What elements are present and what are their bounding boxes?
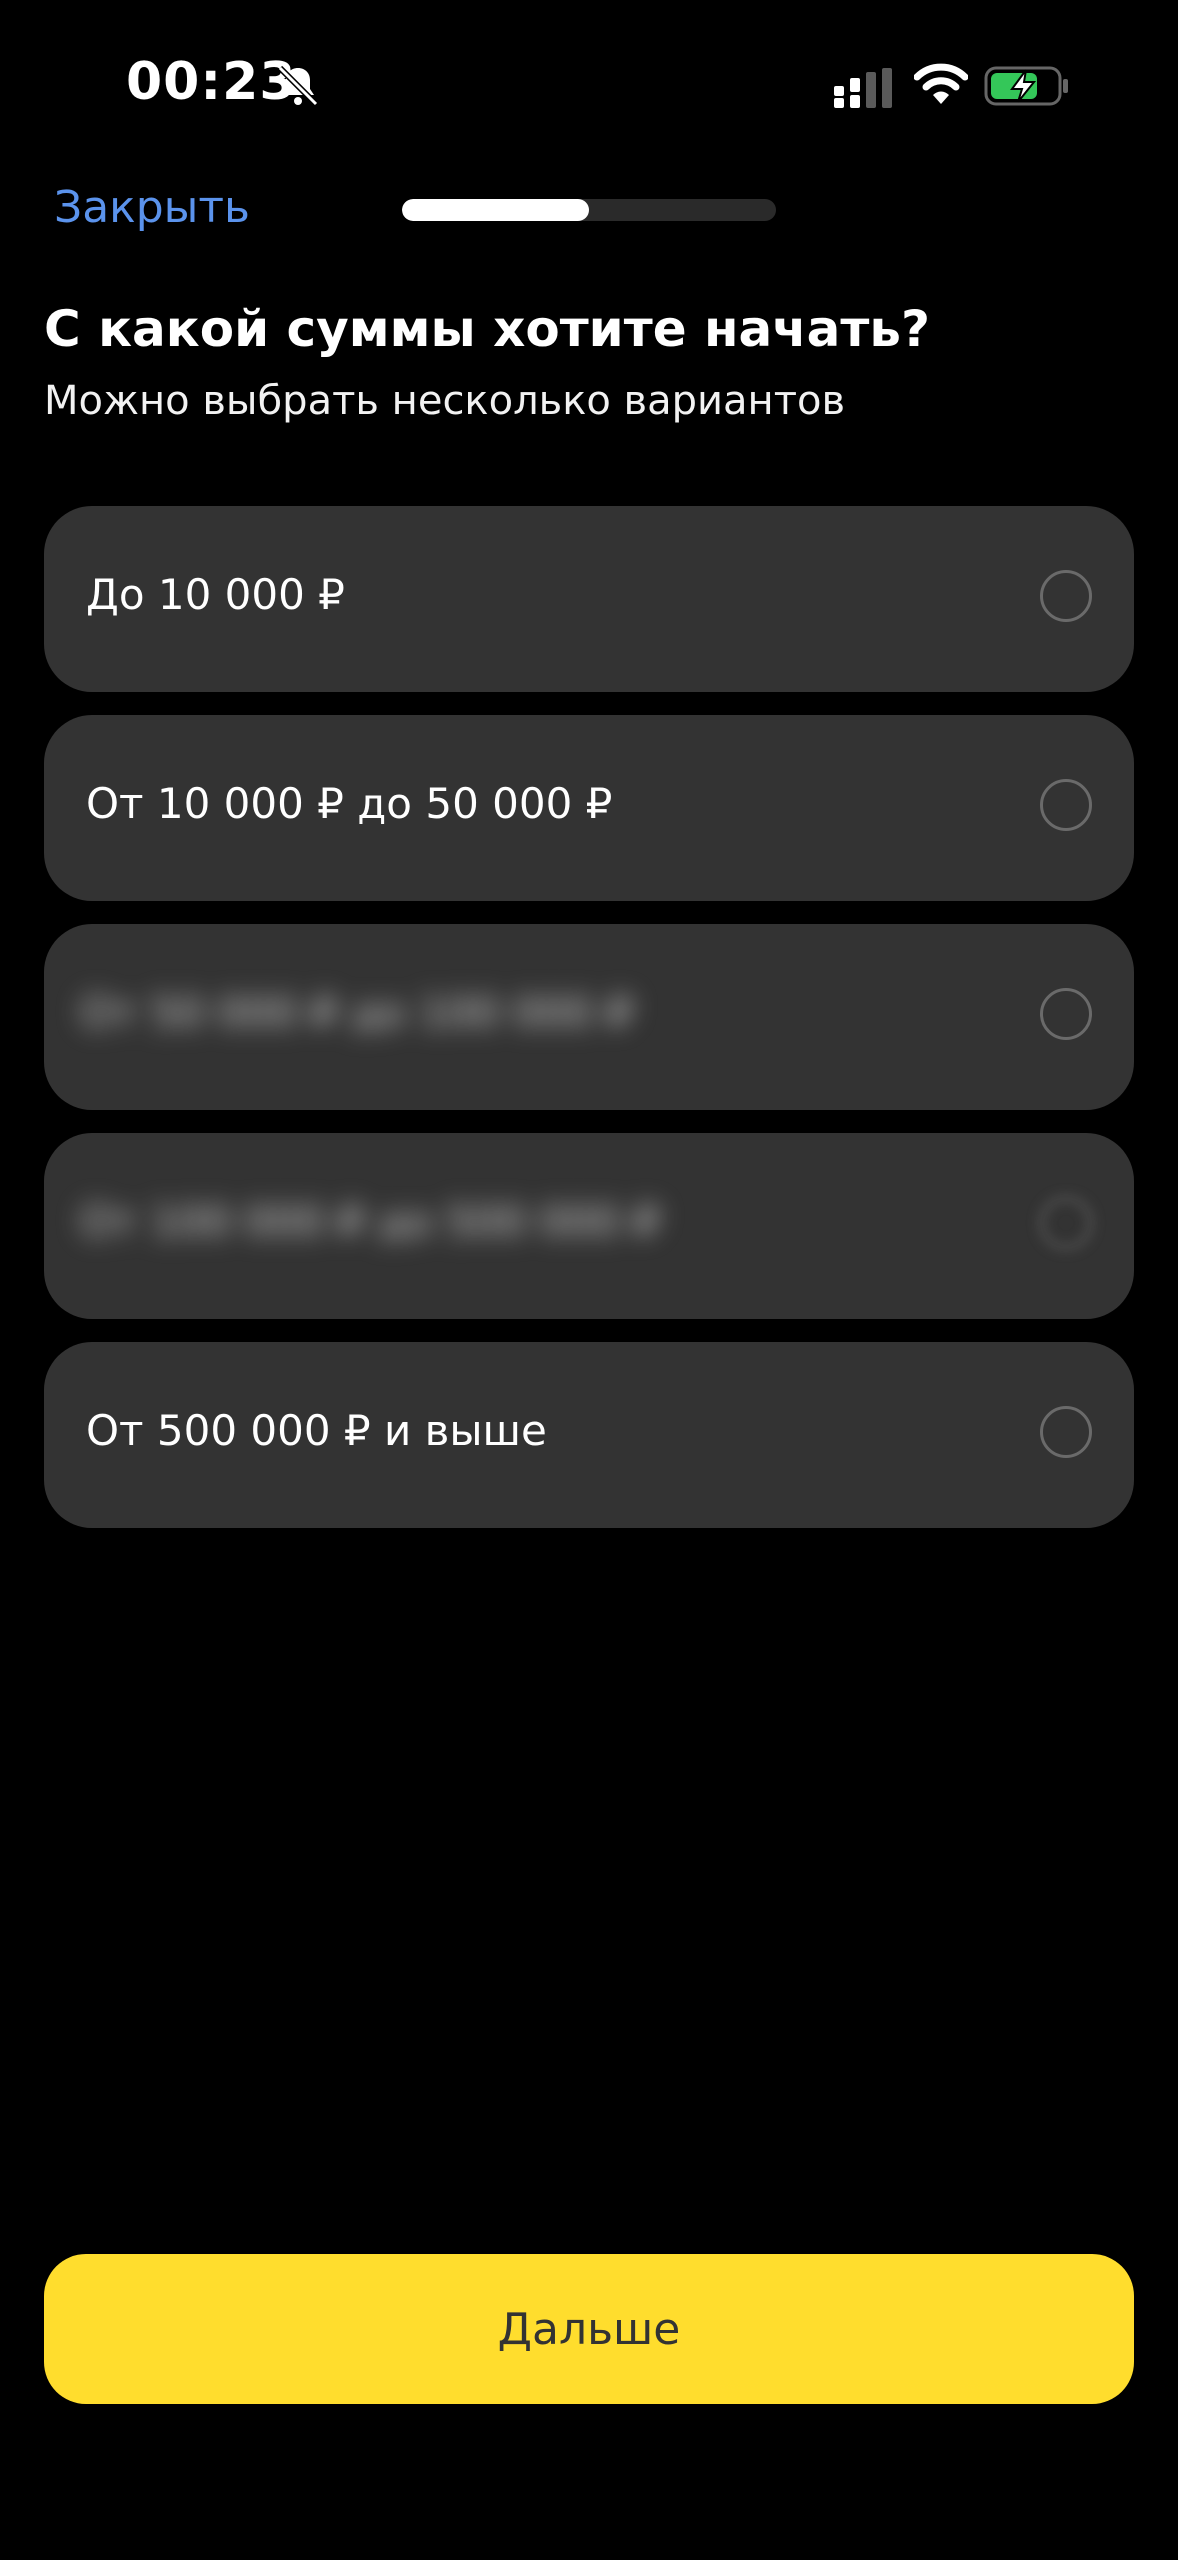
option-label: От 10 000 ₽ до 50 000 ₽ [86, 779, 613, 828]
progress-bar-fill [402, 199, 589, 221]
page-title: С какой суммы хотите начать? [44, 300, 930, 358]
battery-charging-icon [984, 66, 1068, 106]
page-subtitle: Можно выбрать несколько вариантов [44, 378, 846, 424]
option-label-obscured: От 50 000 ₽ до 100 000 ₽ [80, 988, 634, 1037]
option-item[interactable]: От 50 000 ₽ до 100 000 ₽ [44, 924, 1134, 1110]
option-item[interactable]: От 10 000 ₽ до 50 000 ₽ [44, 715, 1134, 901]
option-item[interactable]: От 500 000 ₽ и выше [44, 1342, 1134, 1528]
wifi-icon [914, 63, 968, 104]
radio-circle-icon[interactable] [1040, 988, 1092, 1040]
option-label-obscured: От 100 000 ₽ до 500 000 ₽ [80, 1197, 660, 1246]
next-button-label: Дальше [497, 2303, 681, 2355]
radio-circle-icon[interactable] [1040, 1197, 1092, 1249]
bell-slash-icon [277, 65, 319, 107]
options-list: До 10 000 ₽ От 10 000 ₽ до 50 000 ₽ От 5… [44, 506, 1134, 1551]
radio-circle-icon[interactable] [1040, 1406, 1092, 1458]
option-label: От 500 000 ₽ и выше [86, 1406, 547, 1455]
option-label: До 10 000 ₽ [86, 570, 345, 619]
cellular-signal-icon [834, 68, 892, 108]
radio-circle-icon[interactable] [1040, 570, 1092, 622]
close-button[interactable]: Закрыть [54, 182, 250, 233]
radio-circle-icon[interactable] [1040, 779, 1092, 831]
status-time: 00:23 [126, 52, 297, 112]
next-button[interactable]: Дальше [44, 2254, 1134, 2404]
status-bar: 00:23 [0, 0, 1178, 170]
progress-bar [402, 199, 776, 221]
option-item[interactable]: До 10 000 ₽ [44, 506, 1134, 692]
option-item[interactable]: От 100 000 ₽ до 500 000 ₽ [44, 1133, 1134, 1319]
